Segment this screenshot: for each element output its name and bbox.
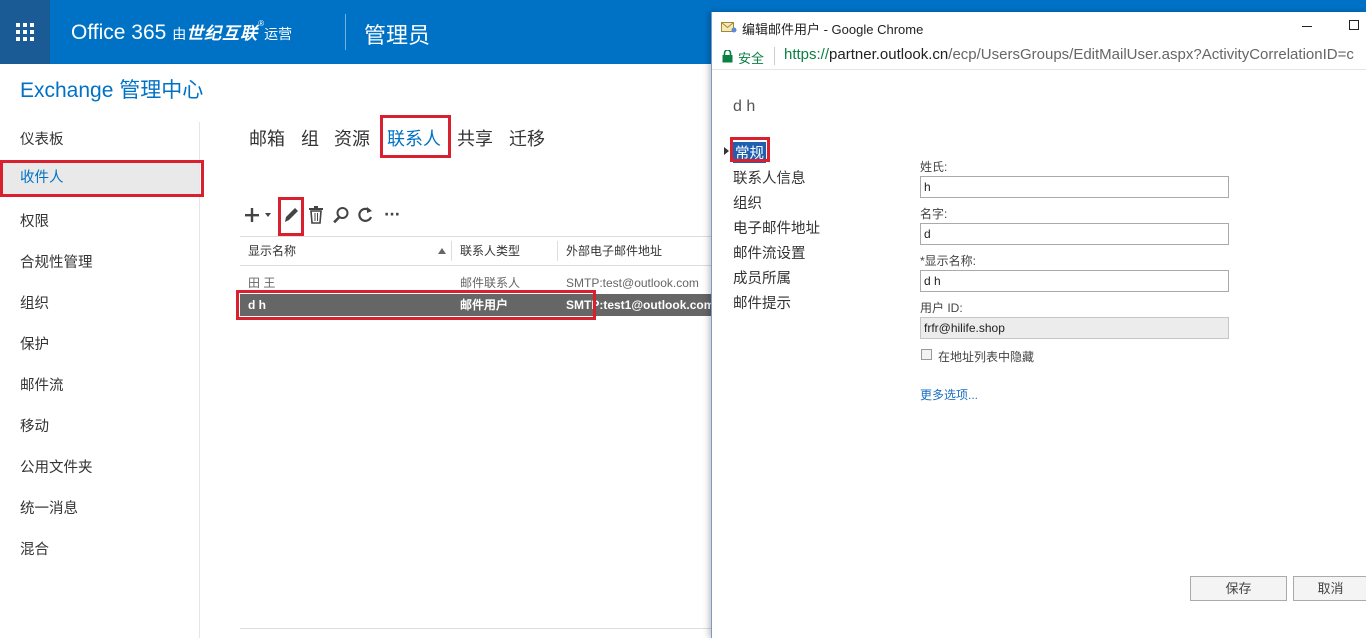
column-external-email[interactable]: 外部电子邮件地址 bbox=[558, 237, 712, 265]
last-name-label: 姓氏: bbox=[920, 160, 948, 174]
brand-logo[interactable]: Office 365 由世纪互联®运营 bbox=[71, 19, 292, 45]
hide-from-address-list-label[interactable]: 在地址列表中隐藏 bbox=[938, 348, 1034, 365]
url-scheme: https:// bbox=[784, 46, 830, 63]
nav-divider bbox=[199, 122, 200, 638]
tab-resources[interactable]: 资源 bbox=[334, 125, 370, 151]
cell-contact-type: 邮件联系人 bbox=[460, 276, 521, 290]
save-button[interactable]: 保存 bbox=[1190, 576, 1287, 601]
refresh-icon bbox=[358, 207, 373, 222]
cell-email: SMTP:test@outlook.com bbox=[566, 276, 699, 290]
last-name-field[interactable]: h bbox=[920, 176, 1229, 198]
column-contact-type[interactable]: 联系人类型 bbox=[452, 237, 557, 265]
popup-nav-organization[interactable]: 组织 bbox=[733, 192, 762, 213]
tab-groups[interactable]: 组 bbox=[301, 125, 319, 151]
tab-sharing[interactable]: 共享 bbox=[457, 125, 493, 151]
user-id-label: 用户 ID: bbox=[920, 301, 963, 315]
nav-item-compliance[interactable]: 合规性管理 bbox=[20, 251, 93, 272]
popup-nav-member-of[interactable]: 成员所属 bbox=[733, 267, 791, 288]
nav-item-unified-messaging[interactable]: 统一消息 bbox=[20, 497, 78, 518]
popup-nav-mailtip[interactable]: 邮件提示 bbox=[733, 292, 791, 313]
tab-mailboxes[interactable]: 邮箱 bbox=[249, 125, 285, 151]
lock-icon bbox=[722, 50, 733, 63]
edit-mail-user-window: 编辑邮件用户 - Google Chrome 安全 https://partne… bbox=[711, 12, 1366, 638]
column-display-name[interactable]: 显示名称 bbox=[240, 237, 450, 265]
search-button[interactable] bbox=[331, 204, 351, 226]
waffle-icon bbox=[16, 23, 34, 41]
pencil-icon bbox=[285, 208, 298, 222]
nav-item-recipients[interactable]: 收件人 bbox=[0, 160, 200, 196]
ellipsis-icon: ··· bbox=[384, 207, 400, 223]
nav-item-organization[interactable]: 组织 bbox=[20, 292, 49, 313]
window-title-bar[interactable]: 编辑邮件用户 - Google Chrome bbox=[712, 12, 1366, 42]
page-title: Exchange 管理中心 bbox=[20, 79, 204, 102]
cell-contact-type: 邮件用户 bbox=[460, 298, 509, 312]
hide-from-address-list-checkbox[interactable] bbox=[921, 349, 932, 360]
popup-nav-mail-flow-settings[interactable]: 邮件流设置 bbox=[733, 242, 806, 263]
popup-heading: d h bbox=[733, 98, 756, 115]
popup-nav-contact-info[interactable]: 联系人信息 bbox=[733, 167, 806, 188]
nav-item-protection[interactable]: 保护 bbox=[20, 333, 49, 354]
table-row-selected[interactable]: d h 邮件用户 SMTP:test1@outlook.com bbox=[240, 294, 712, 316]
table-row[interactable]: 田 王 邮件联系人 SMTP:test@outlook.com bbox=[240, 272, 712, 294]
add-button[interactable] bbox=[244, 204, 274, 226]
nav-item-mobile[interactable]: 移动 bbox=[20, 415, 49, 436]
cell-display-name: d h bbox=[248, 298, 266, 312]
cell-email: SMTP:test1@outlook.com bbox=[566, 298, 712, 312]
minimize-icon[interactable] bbox=[1302, 26, 1312, 27]
more-options-link[interactable]: 更多选项... bbox=[920, 386, 978, 403]
display-name-field[interactable]: d h bbox=[920, 270, 1229, 292]
tab-migration[interactable]: 迁移 bbox=[509, 125, 545, 151]
brand-bold: 世纪互联 bbox=[186, 24, 259, 43]
table-header: 显示名称 联系人类型 外部电子邮件地址 bbox=[240, 236, 712, 266]
header-divider bbox=[345, 14, 346, 50]
first-name-field[interactable]: d bbox=[920, 223, 1229, 245]
brand-prefix: 由 bbox=[172, 26, 187, 42]
nav-item-dashboard[interactable]: 仪表板 bbox=[20, 128, 64, 149]
sort-ascending-icon bbox=[438, 248, 446, 254]
nav-item-permissions[interactable]: 权限 bbox=[20, 210, 49, 231]
section-title: 管理员 bbox=[364, 23, 431, 48]
caret-right-icon bbox=[724, 147, 729, 155]
nav-item-hybrid[interactable]: 混合 bbox=[20, 538, 49, 559]
popup-nav-email-addresses[interactable]: 电子邮件地址 bbox=[733, 217, 820, 238]
address-bar[interactable]: 安全 https://partner.outlook.cn/ecp/UsersG… bbox=[712, 42, 1366, 70]
popup-nav-general[interactable]: 常规 bbox=[733, 142, 766, 163]
secure-label: 安全 bbox=[738, 51, 765, 66]
trash-icon bbox=[309, 206, 323, 224]
display-name-label: *显示名称: bbox=[920, 254, 977, 268]
url-host: partner.outlook.cn bbox=[829, 46, 949, 63]
maximize-icon[interactable] bbox=[1349, 20, 1359, 30]
more-button[interactable]: ··· bbox=[382, 204, 402, 226]
first-name-label: 名字: bbox=[920, 207, 948, 221]
address-divider bbox=[774, 47, 775, 65]
mail-user-icon bbox=[721, 22, 737, 33]
url-path: /ecp/UsersGroups/EditMailUser.aspx?Activ… bbox=[948, 46, 1354, 63]
user-id-field: frfr@hilife.shop bbox=[920, 317, 1229, 339]
nav-item-public-folders[interactable]: 公用文件夹 bbox=[20, 456, 93, 477]
cell-display-name: 田 王 bbox=[248, 276, 276, 290]
cancel-button[interactable]: 取消 bbox=[1293, 576, 1366, 601]
brand-main: Office 365 bbox=[71, 21, 167, 44]
url-text[interactable]: https://partner.outlook.cn/ecp/UsersGrou… bbox=[784, 46, 1354, 63]
plus-icon bbox=[245, 208, 271, 222]
refresh-button[interactable] bbox=[355, 204, 375, 226]
search-icon bbox=[333, 207, 349, 224]
nav-item-mail-flow[interactable]: 邮件流 bbox=[20, 374, 64, 395]
delete-button[interactable] bbox=[306, 204, 326, 226]
table-bottom-border bbox=[240, 628, 712, 629]
app-launcher-button[interactable] bbox=[0, 0, 50, 64]
brand-suffix: 运营 bbox=[264, 26, 293, 42]
edit-button[interactable] bbox=[281, 204, 301, 226]
tab-contacts[interactable]: 联系人 bbox=[387, 125, 441, 151]
window-title: 编辑邮件用户 - Google Chrome bbox=[742, 22, 924, 37]
